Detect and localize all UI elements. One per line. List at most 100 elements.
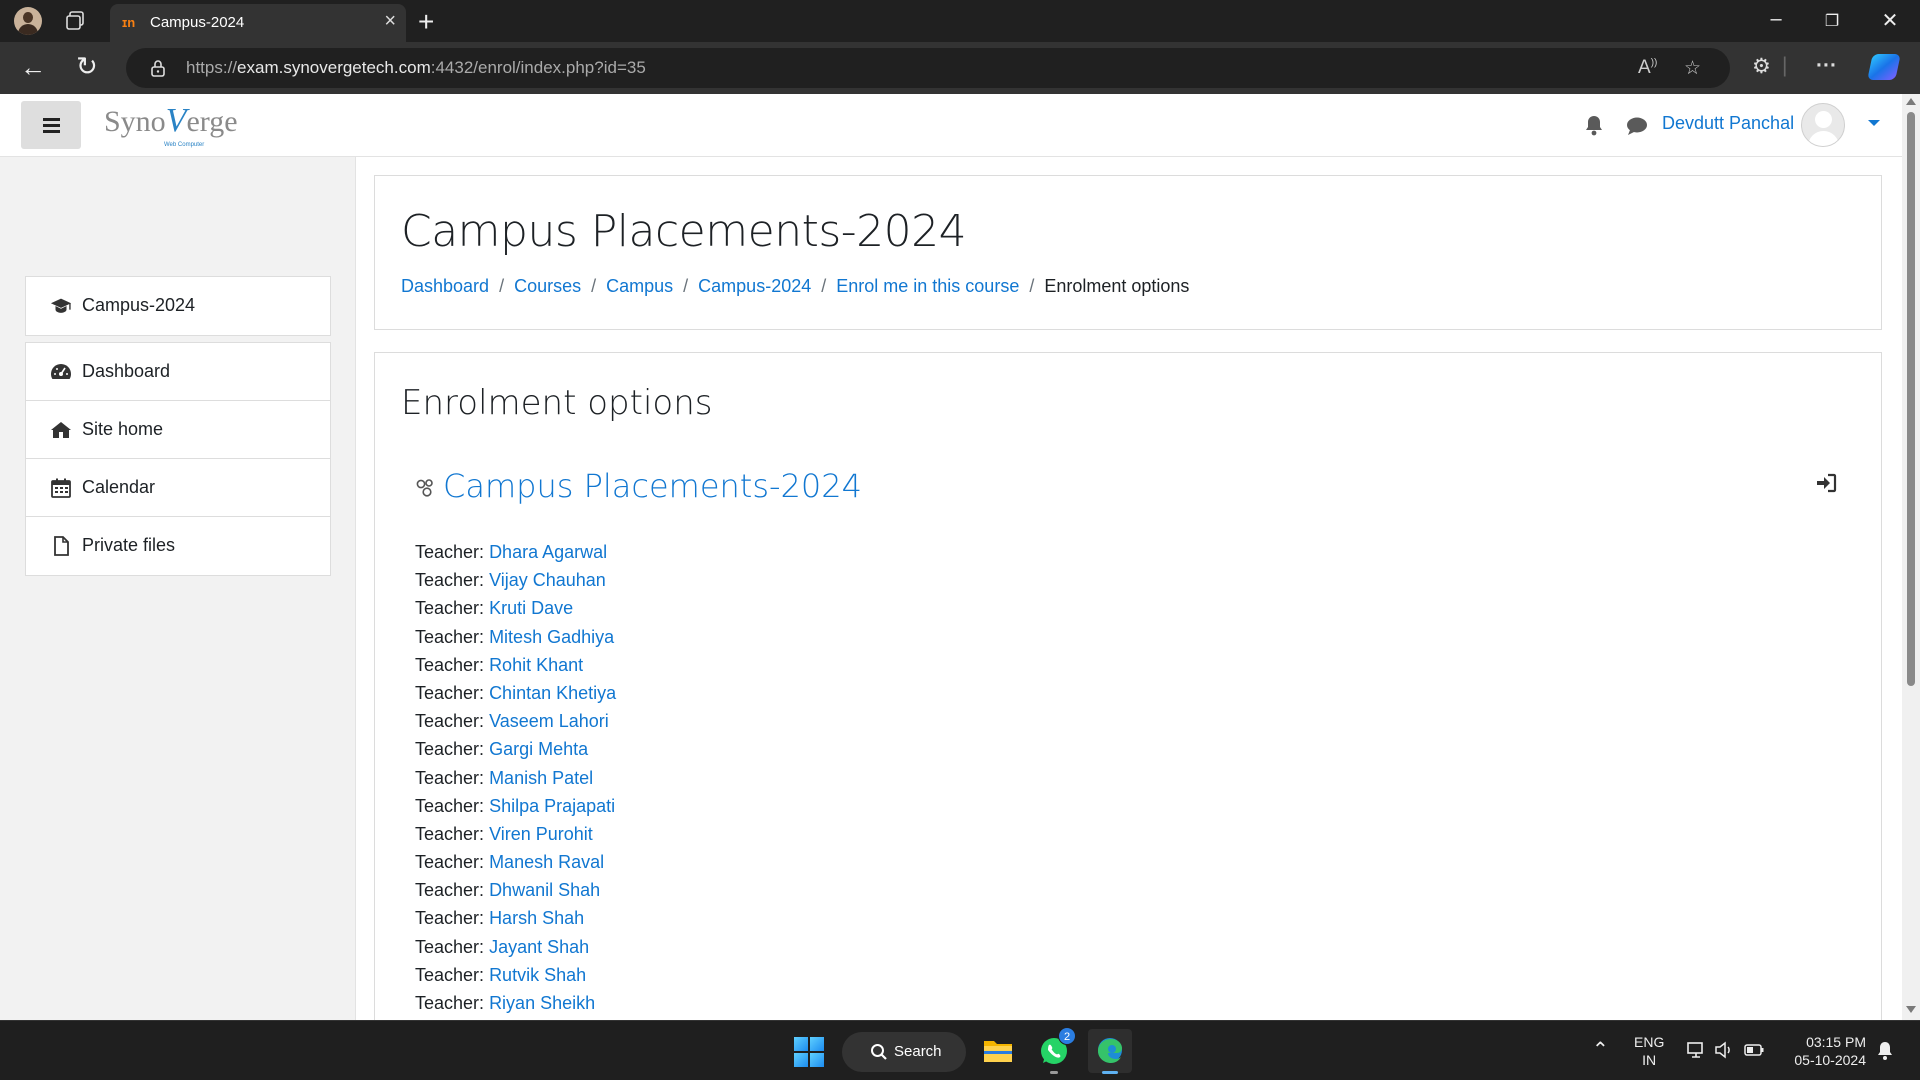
teacher-link[interactable]: Riyan Sheikh [489, 993, 595, 1013]
teacher-role-label: Teacher: [415, 767, 485, 788]
messages-chat-icon[interactable] [1626, 116, 1648, 136]
extensions-icon[interactable]: ⚙ [1752, 54, 1771, 79]
url-text[interactable]: https://exam.synovergetech.com:4432/enro… [186, 58, 646, 78]
teacher-row: Teacher: Riyan Sheikh [415, 989, 616, 1017]
read-aloud-icon[interactable]: A)) [1638, 57, 1657, 79]
teacher-role-label: Teacher: [415, 711, 485, 732]
teacher-link[interactable]: Jayant Shah [489, 937, 589, 957]
teacher-link[interactable]: Dhara Agarwal [489, 542, 607, 562]
drawer-toggle-button[interactable] [21, 101, 81, 149]
close-window-button[interactable]: ✕ [1870, 8, 1910, 33]
teacher-row: Teacher: Vijay Chauhan [415, 566, 616, 594]
logo-text-part: erge [186, 105, 238, 138]
workspaces-icon[interactable] [64, 10, 86, 32]
site-navbar: SynoVerge Web Computer Devdutt Panchal [0, 94, 1902, 157]
windows-start-button[interactable] [794, 1037, 824, 1067]
volume-icon[interactable] [1714, 1041, 1734, 1059]
sidebar-item-dashboard[interactable]: Dashboard [26, 343, 330, 401]
page-scrollbar[interactable] [1902, 94, 1920, 1020]
sidebar-item-label: Campus-2024 [82, 295, 196, 315]
enrol-sign-in-icon[interactable] [1815, 473, 1837, 493]
breadcrumb-current: Enrolment options [1044, 276, 1190, 296]
clock-time: 03:15 PM [1806, 1034, 1866, 1050]
course-title-link[interactable]: Campus Placements-2024 [443, 467, 862, 505]
teacher-link[interactable]: Manesh Raval [489, 852, 604, 872]
system-clock[interactable]: 03:15 PM 05-10-2024 [1782, 1033, 1866, 1069]
profile-avatar[interactable] [14, 7, 42, 35]
new-tab-button[interactable]: + [418, 6, 434, 38]
sidebar-item-private-files[interactable]: Private files [26, 517, 330, 575]
browser-titlebar: ɪn Campus-2024 × + – ❐ ✕ [0, 0, 1920, 42]
teacher-role-label: Teacher: [415, 739, 485, 760]
teacher-row: Teacher: Gargi Mehta [415, 735, 616, 763]
scroll-up-arrow-icon[interactable] [1906, 98, 1916, 105]
address-bar[interactable]: https://exam.synovergetech.com:4432/enro… [126, 48, 1730, 88]
browser-tab-active[interactable]: ɪn Campus-2024 × [110, 4, 406, 42]
breadcrumb-campus[interactable]: Campus [606, 276, 673, 297]
url-host: exam.synovergetech.com [237, 58, 431, 77]
copilot-icon[interactable] [1867, 54, 1901, 80]
whatsapp-taskbar-button[interactable]: 2 [1032, 1027, 1076, 1074]
scrollbar-thumb[interactable] [1907, 112, 1915, 686]
breadcrumb-separator: / [1029, 276, 1035, 296]
file-explorer-taskbar-button[interactable] [976, 1029, 1020, 1073]
restore-button[interactable]: ❐ [1812, 11, 1852, 31]
favorite-star-icon[interactable]: ☆ [1684, 57, 1701, 80]
teacher-link[interactable]: Manish Patel [489, 768, 593, 788]
teacher-row: Teacher: Jayant Shah [415, 933, 616, 961]
teacher-link[interactable]: Chintan Khetiya [489, 683, 616, 703]
scroll-down-arrow-icon[interactable] [1906, 1006, 1916, 1013]
tray-overflow-chevron-icon[interactable]: ⌃ [1592, 1037, 1609, 1062]
teacher-role-label: Teacher: [415, 936, 485, 957]
teacher-link[interactable]: Harsh Shah [489, 908, 584, 928]
taskbar-search-button[interactable]: Search [842, 1032, 966, 1072]
language-indicator[interactable]: ENG IN [1634, 1033, 1664, 1069]
teacher-link[interactable]: Dhwanil Shah [489, 880, 600, 900]
teacher-link[interactable]: Kruti Dave [489, 598, 573, 618]
network-icon[interactable] [1686, 1041, 1706, 1059]
teacher-link[interactable]: Rohit Khant [489, 655, 583, 675]
teacher-link[interactable]: Vijay Chauhan [489, 570, 606, 590]
sidebar-item-calendar[interactable]: Calendar [26, 459, 330, 517]
user-avatar[interactable] [1801, 103, 1845, 147]
close-tab-icon[interactable]: × [384, 10, 396, 33]
back-button[interactable]: ← [20, 52, 46, 83]
sidebar-item-label: Dashboard [82, 361, 171, 381]
teacher-row: Teacher: Shilpa Prajapati [415, 792, 616, 820]
file-icon [54, 536, 69, 556]
notification-center-icon[interactable] [1876, 1041, 1894, 1061]
minimize-button[interactable]: – [1756, 8, 1796, 31]
course-category-icon [416, 479, 433, 497]
notification-bell-icon[interactable] [1584, 114, 1604, 136]
refresh-button[interactable]: ↻ [76, 51, 98, 82]
edge-taskbar-button[interactable] [1088, 1029, 1132, 1074]
teacher-role-label: Teacher: [415, 654, 485, 675]
teacher-link[interactable]: Gargi Mehta [489, 739, 588, 759]
user-menu-name[interactable]: Devdutt Panchal [1662, 113, 1794, 134]
nav-drawer: Campus-2024 Dashboard Site home Calendar… [0, 157, 356, 1020]
breadcrumb-courses[interactable]: Courses [514, 276, 581, 297]
teacher-role-label: Teacher: [415, 542, 485, 562]
search-icon [871, 1044, 887, 1060]
teacher-role-label: Teacher: [415, 880, 485, 901]
breadcrumb-separator: / [591, 276, 597, 296]
breadcrumb-campus-2024[interactable]: Campus-2024 [698, 276, 811, 297]
region-code: IN [1642, 1052, 1657, 1068]
teacher-link[interactable]: Shilpa Prajapati [489, 796, 615, 816]
battery-icon[interactable] [1744, 1041, 1764, 1059]
lock-icon[interactable] [148, 58, 168, 78]
site-logo[interactable]: SynoVerge [104, 102, 238, 140]
teacher-link[interactable]: Viren Purohit [489, 824, 593, 844]
teacher-link[interactable]: Mitesh Gadhiya [489, 627, 614, 647]
toolbar-divider: | [1782, 54, 1788, 77]
teacher-role-label: Teacher: [415, 823, 485, 844]
teacher-link[interactable]: Vaseem Lahori [489, 711, 609, 731]
caret-down-icon[interactable] [1868, 120, 1880, 126]
sidebar-item-site-home[interactable]: Site home [26, 401, 330, 459]
teacher-link[interactable]: Rutvik Shah [489, 965, 586, 985]
sidebar-item-course[interactable]: Campus-2024 [26, 277, 330, 335]
more-menu-icon[interactable]: ··· [1816, 54, 1837, 78]
breadcrumb-dashboard[interactable]: Dashboard [401, 276, 489, 297]
teacher-row: Teacher: Dhara Agarwal [415, 538, 616, 566]
breadcrumb-enrol-me[interactable]: Enrol me in this course [836, 276, 1019, 297]
